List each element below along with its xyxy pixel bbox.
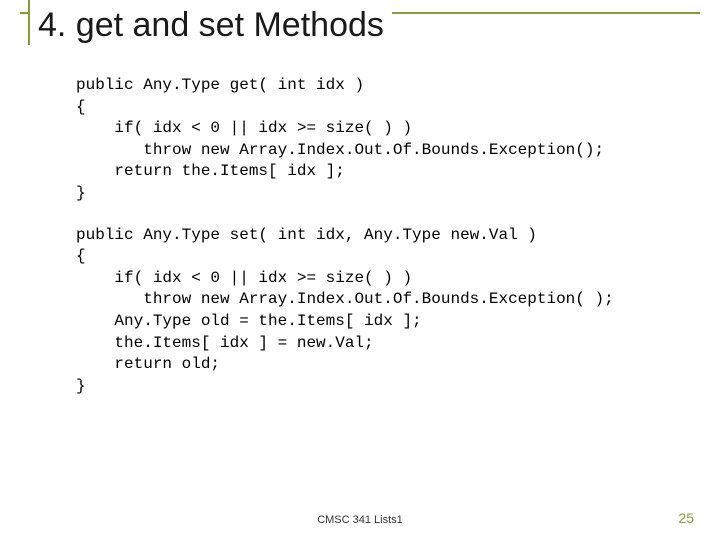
slide-title: 4. get and set Methods bbox=[28, 6, 392, 45]
title-container: 4. get and set Methods bbox=[20, 12, 700, 51]
slide: 4. get and set Methods public Any.Type g… bbox=[0, 0, 720, 540]
page-number: 25 bbox=[678, 510, 694, 526]
footer-text: CMSC 341 Lists1 bbox=[0, 514, 720, 526]
code-set-method: public Any.Type set( int idx, Any.Type n… bbox=[76, 225, 700, 398]
code-get-method: public Any.Type get( int idx ) { if( idx… bbox=[76, 75, 700, 205]
